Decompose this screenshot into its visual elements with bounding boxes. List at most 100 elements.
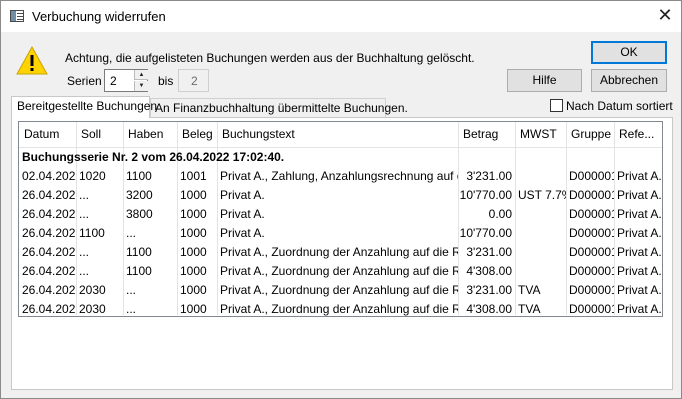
sort-by-date-label[interactable]: Nach Datum sortiert [566, 99, 673, 113]
bookings-table[interactable]: Datum Soll Haben Beleg Buchungstext Betr… [18, 121, 663, 317]
cell-group: D0000010 [569, 169, 614, 183]
cell-voucher: 1000 [180, 283, 207, 297]
column-header-reference[interactable]: Refe... [614, 122, 662, 147]
cell-booking-text: Privat A. [220, 226, 265, 240]
table-row[interactable]: 26.04.20222030... 1000 Privat A., Zuordnun… [19, 281, 662, 300]
series-to-value: 2 [191, 74, 198, 88]
cell-debit: 1100 [79, 226, 105, 240]
cell-amount: 10'770.00 [459, 188, 512, 202]
series-label: Serien [67, 74, 102, 88]
cell-reference: Privat A. [617, 188, 662, 202]
cell-booking-text: Privat A., Zahlung, Anzahlungsrechnung a… [220, 169, 458, 183]
cell-booking-text: Privat A., Zuordnung der Anzahlung auf d… [220, 264, 458, 278]
cell-reference: Privat A. [617, 169, 662, 183]
cell-reference: Privat A. [617, 302, 662, 316]
cell-vat: TVA [518, 283, 541, 297]
ok-button[interactable]: OK [591, 41, 667, 64]
cell-group: D0000010 [569, 302, 614, 316]
cell-vat [515, 167, 566, 186]
cell-amount: 4'308.00 [466, 302, 512, 316]
cell-group: D0000010 [569, 188, 614, 202]
column-header-vat[interactable]: MWST [515, 122, 566, 147]
column-header-credit[interactable]: Haben [123, 122, 177, 147]
cell-reference: Privat A. [617, 245, 662, 259]
column-header-group[interactable]: Gruppe [566, 122, 614, 147]
cell-vat: TVA [518, 302, 541, 316]
cell-date: 26.04.2022 [22, 207, 76, 221]
cell-debit: ... [79, 264, 90, 278]
cell-credit: 1100 [126, 245, 152, 259]
column-header-booking-text[interactable]: Buchungstext [217, 122, 458, 147]
table-row[interactable]: 26.04.2022... 3200 1000 Privat A. 10'770.00 U… [19, 186, 662, 205]
cell-date: 26.04.2022 [22, 245, 76, 259]
column-header-voucher[interactable]: Beleg [177, 122, 217, 147]
spin-up-icon[interactable]: ▲ [134, 70, 148, 80]
cell-group: D0000010 [569, 283, 614, 297]
sort-by-date-checkbox[interactable] [550, 99, 563, 112]
cell-voucher: 1000 [180, 207, 207, 221]
tab-provided-bookings[interactable]: Bereitgestellte Buchungen [11, 96, 157, 118]
cell-group: D0000010 [569, 245, 614, 259]
app-window-icon [10, 10, 24, 22]
booking-series-group: Buchungsserie Nr. 2 vom 26.04.2022 17:02… [22, 150, 285, 164]
cell-voucher: 1000 [180, 302, 207, 316]
cell-reference: Privat A. [617, 226, 662, 240]
cell-group: D0000010 [569, 207, 614, 221]
cell-amount: 10'770.00 [459, 226, 512, 240]
series-to-label: bis [158, 74, 174, 88]
cell-amount: 3'231.00 [466, 283, 512, 297]
table-row[interactable]: 02.04.20221020 1100 1001 Privat A., Zahlung… [19, 167, 662, 186]
table-row[interactable]: 26.04.20222030... 1000 Privat A., Zuordnun… [19, 300, 662, 316]
cell-vat [515, 243, 566, 262]
cell-vat [515, 205, 566, 224]
cell-vat [515, 224, 566, 243]
close-button[interactable]: ✕ [649, 1, 681, 31]
cell-debit: 2030 [79, 302, 106, 316]
cell-credit: 3200 [126, 188, 153, 202]
cell-booking-text: Privat A. [220, 188, 265, 202]
title-bar: Verbuchung widerrufen ✕ [1, 1, 681, 32]
cell-booking-text: Privat A., Zuordnung der Anzahlung auf d… [220, 283, 458, 297]
table-row[interactable]: 26.04.2022... 3800 1000 Privat A. 0.00 D00000… [19, 205, 662, 224]
column-header-debit[interactable]: Soll [76, 122, 123, 147]
cell-voucher: 1000 [180, 264, 207, 278]
cell-date: 26.04.2022 [22, 188, 76, 202]
cell-debit: 2030 [79, 283, 106, 297]
cell-vat: UST 7.7% [518, 188, 566, 202]
cell-booking-text: Privat A. [220, 207, 265, 221]
cell-credit: ... [126, 283, 137, 297]
cell-voucher: 1001 [180, 169, 207, 183]
cell-date: 26.04.2022 [22, 283, 76, 297]
cancel-button[interactable]: Abbrechen [591, 69, 667, 92]
cell-booking-text: Privat A., Zuordnung der Anzahlung auf d… [220, 302, 458, 316]
table-row[interactable]: 26.04.2022... 1100 1000 Privat A., Zuordnun… [19, 243, 662, 262]
cell-debit: ... [79, 188, 90, 202]
cell-reference: Privat A. [617, 264, 662, 278]
cell-group: D0000010 [569, 264, 614, 278]
cell-amount: 4'308.00 [466, 264, 512, 278]
column-header-amount[interactable]: Betrag [458, 122, 515, 147]
tab-transmitted-bookings[interactable]: An Finanzbuchhaltung übermittelte Buchun… [150, 98, 408, 118]
cell-date: 26.04.2022 [22, 302, 76, 316]
cell-debit: ... [79, 245, 90, 259]
warning-message: Achtung, die aufgelisteten Buchungen wer… [65, 51, 475, 65]
cell-credit: 3800 [126, 207, 153, 221]
cell-amount: 3'231.00 [466, 169, 512, 183]
cell-date: 26.04.2022 [22, 226, 76, 240]
cell-reference: Privat A. [617, 207, 662, 221]
cell-debit: 1020 [79, 169, 106, 183]
table-row[interactable]: 26.04.2022... 1100 1000 Privat A., Zuordnun… [19, 262, 662, 281]
series-from-value[interactable]: 2 [110, 74, 117, 88]
cell-reference: Privat A. [617, 283, 662, 297]
series-to-field: 2 [178, 69, 209, 92]
table-row[interactable]: 26.04.20221100... 1000 Privat A. 10'770.00 D… [19, 224, 662, 243]
series-from-stepper[interactable]: 2 ▲ ▼ [104, 69, 148, 92]
cell-amount: 0.00 [488, 207, 512, 221]
cell-voucher: 1000 [180, 226, 207, 240]
column-header-date[interactable]: Datum [19, 122, 76, 147]
help-button[interactable]: Hilfe [507, 69, 582, 92]
cell-credit: ... [126, 226, 137, 240]
spin-down-icon[interactable]: ▼ [134, 81, 148, 91]
dialog-window: Verbuchung widerrufen ✕ Achtung, die auf… [0, 0, 682, 399]
cell-debit: ... [79, 207, 90, 221]
